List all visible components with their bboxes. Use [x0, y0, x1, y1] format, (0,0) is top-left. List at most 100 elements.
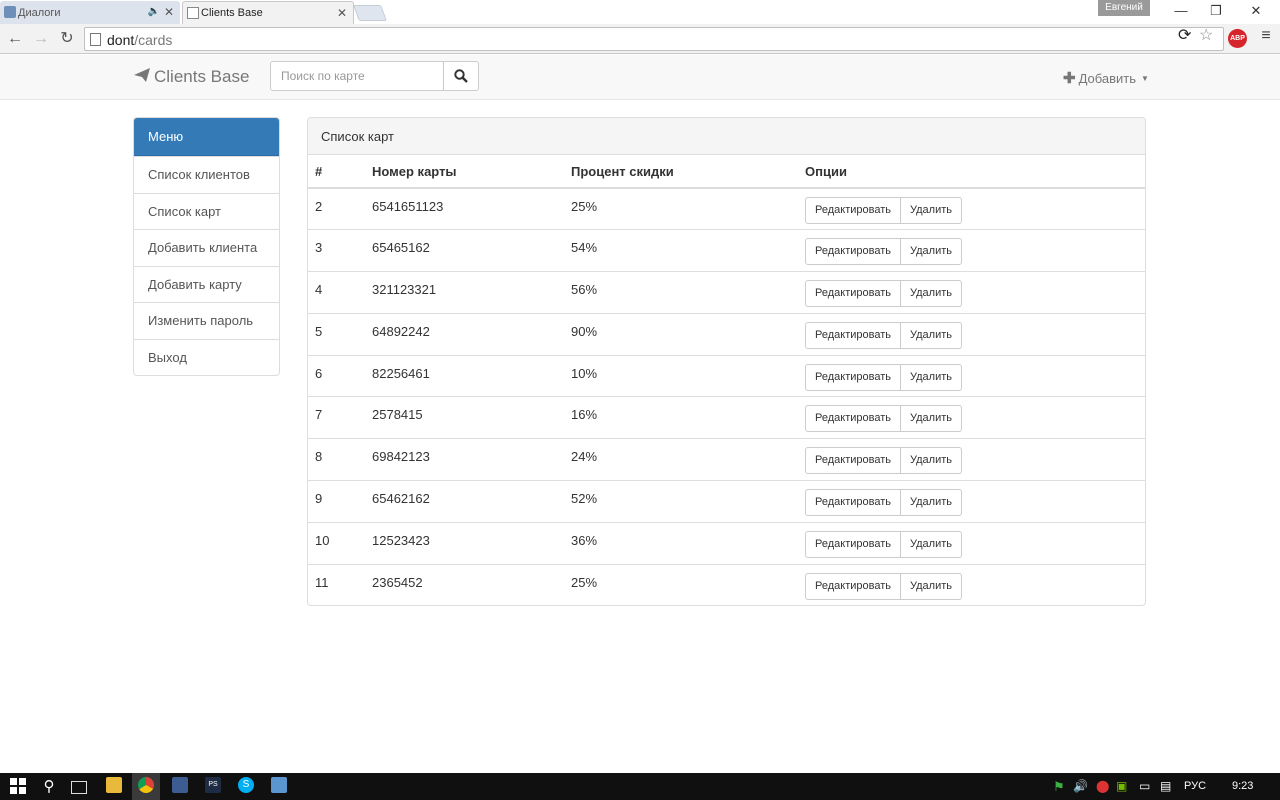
- row-actions: Редактировать Удалить: [805, 447, 962, 475]
- search-icon: [454, 69, 468, 83]
- network-icon[interactable]: ▤: [1160, 773, 1171, 800]
- nvidia-icon[interactable]: ▣: [1116, 773, 1127, 800]
- tab-dialogs[interactable]: Диалоги 🔈 ✕: [0, 1, 180, 24]
- delete-button[interactable]: Удалить: [901, 530, 962, 558]
- file-explorer-icon[interactable]: [106, 777, 122, 793]
- table-row: 11 2365452 25% Редактировать Удалить: [308, 563, 1145, 605]
- cell-discount: 10%: [564, 354, 798, 397]
- delete-button[interactable]: Удалить: [901, 405, 962, 433]
- cell-discount: 56%: [564, 271, 798, 314]
- delete-button[interactable]: Удалить: [901, 572, 962, 600]
- delete-button[interactable]: Удалить: [901, 489, 962, 517]
- volume-icon[interactable]: 🔊: [1073, 773, 1088, 800]
- cell-id: 9: [308, 480, 365, 523]
- cell-card-number: 6541651123: [372, 199, 444, 214]
- speaker-icon[interactable]: 🔈: [148, 6, 160, 17]
- delete-button[interactable]: Удалить: [901, 321, 962, 349]
- new-tab-button[interactable]: [353, 5, 387, 21]
- taskbar-search-icon[interactable]: ⚲: [40, 778, 58, 796]
- row-actions: Редактировать Удалить: [805, 363, 962, 391]
- profile-button[interactable]: Евгений: [1098, 0, 1150, 16]
- clock[interactable]: 9:23: [1232, 773, 1253, 800]
- sidebar-item-add-client[interactable]: Добавить клиента: [134, 229, 279, 266]
- sidebar-item-cards-list[interactable]: Список карт: [134, 192, 279, 230]
- edit-button[interactable]: Редактировать: [805, 197, 901, 224]
- card-search-input[interactable]: [270, 61, 444, 91]
- edit-button[interactable]: Редактировать: [805, 238, 901, 266]
- close-tab-icon[interactable]: ✕: [337, 6, 347, 20]
- column-header-card-number: Номер карты: [365, 155, 564, 189]
- windows-start-icon[interactable]: [10, 778, 28, 796]
- search-button[interactable]: [444, 61, 479, 91]
- adblock-extension-icon[interactable]: ABP: [1228, 29, 1247, 48]
- sidebar-item-clients-list[interactable]: Список клиентов: [134, 156, 279, 193]
- cell-id: 3: [308, 229, 365, 272]
- row-actions: Редактировать Удалить: [805, 238, 962, 266]
- page-icon: [90, 33, 101, 46]
- cell-discount: 54%: [564, 229, 798, 272]
- add-dropdown[interactable]: ✚ Добавить ▼: [1063, 69, 1149, 87]
- cell-options: Редактировать Удалить: [798, 396, 1145, 439]
- cell-options: Редактировать Удалить: [798, 271, 1145, 314]
- flag-icon[interactable]: ⚑: [1053, 773, 1065, 800]
- edit-button[interactable]: Редактировать: [805, 530, 901, 558]
- delete-button[interactable]: Удалить: [901, 280, 962, 308]
- table-row: 5 64892242 90% Редактировать Удалить: [308, 312, 1145, 356]
- chrome-icon[interactable]: [138, 777, 154, 793]
- address-bar[interactable]: dont/cards: [84, 27, 1224, 51]
- cell-id: 2: [315, 199, 323, 214]
- minimize-icon[interactable]: —: [1165, 0, 1197, 22]
- restore-icon[interactable]: ❐: [1200, 0, 1232, 22]
- sidebar-item-change-password[interactable]: Изменить пароль: [134, 302, 279, 339]
- sidebar-item-logout[interactable]: Выход: [134, 338, 279, 376]
- edit-button[interactable]: Редактировать: [805, 572, 901, 600]
- add-dropdown-label: Добавить: [1078, 70, 1137, 86]
- close-window-icon[interactable]: ✕: [1240, 0, 1272, 22]
- cell-id: 5: [308, 312, 365, 356]
- cell-discount: 25%: [571, 199, 598, 214]
- browser-tabstrip: Диалоги 🔈 ✕ Clients Base ✕ Евгений — ❐ ✕: [0, 0, 1280, 24]
- close-tab-icon[interactable]: ✕: [164, 5, 174, 19]
- browser-menu-icon[interactable]: ≡: [1256, 27, 1276, 45]
- edit-button[interactable]: Редактировать: [805, 321, 901, 349]
- row-actions: Редактировать Удалить: [805, 197, 962, 224]
- sync-icon[interactable]: ⟳: [1178, 25, 1191, 45]
- cell-options: Редактировать Удалить: [798, 480, 1145, 523]
- back-arrow-icon[interactable]: ←: [4, 28, 26, 50]
- record-icon[interactable]: ⬤: [1096, 773, 1109, 800]
- brand-link[interactable]: Clients Base: [134, 67, 249, 87]
- page-favicon-icon: [187, 7, 199, 19]
- tab-clients-base[interactable]: Clients Base ✕: [182, 1, 354, 24]
- language-indicator[interactable]: РУС: [1184, 773, 1206, 800]
- row-actions: Редактировать Удалить: [805, 489, 962, 517]
- cell-discount: 36%: [564, 521, 798, 565]
- photoshop-icon[interactable]: PS: [205, 777, 221, 793]
- bookmark-star-icon[interactable]: ☆: [1199, 25, 1213, 45]
- cell-options: Редактировать Удалить: [798, 521, 1145, 565]
- vk-favicon-icon: [4, 6, 16, 18]
- delete-button[interactable]: Удалить: [901, 363, 962, 391]
- sidebar-item-add-card[interactable]: Добавить карту: [134, 265, 279, 303]
- notes-icon[interactable]: [271, 777, 287, 793]
- cell-card-number: 65462162: [365, 480, 564, 523]
- forward-arrow-icon[interactable]: →: [30, 28, 52, 50]
- cell-options: Редактировать Удалить: [798, 229, 1145, 272]
- delete-button[interactable]: Удалить: [901, 447, 962, 475]
- edit-button[interactable]: Редактировать: [805, 447, 901, 475]
- reload-icon[interactable]: ↻: [56, 28, 78, 50]
- table-row: 2 6541651123 25% Редактировать Удалить: [308, 188, 1145, 230]
- skype-icon[interactable]: S: [238, 777, 254, 793]
- delete-button[interactable]: Удалить: [901, 238, 962, 266]
- task-view-icon[interactable]: [71, 781, 87, 794]
- app-icon[interactable]: [172, 777, 188, 793]
- edit-button[interactable]: Редактировать: [805, 489, 901, 517]
- cell-card-number: 321123321: [365, 271, 564, 314]
- cell-discount: 25%: [564, 563, 798, 605]
- edit-button[interactable]: Редактировать: [805, 405, 901, 433]
- edit-button[interactable]: Редактировать: [805, 280, 901, 308]
- message-icon[interactable]: ▭: [1139, 773, 1150, 800]
- site-navbar: Clients Base ✚ Добавить ▼: [0, 55, 1280, 100]
- edit-button[interactable]: Редактировать: [805, 363, 901, 391]
- delete-button[interactable]: Удалить: [901, 197, 962, 224]
- cell-discount: 24%: [564, 438, 798, 481]
